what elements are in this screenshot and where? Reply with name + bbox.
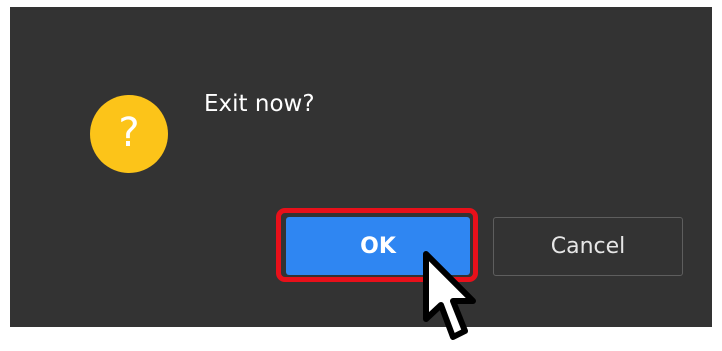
ok-button-label: OK <box>360 233 396 259</box>
dialog-message: Exit now? <box>204 91 315 117</box>
cancel-button-label: Cancel <box>550 234 626 259</box>
question-icon: ? <box>90 95 168 173</box>
cancel-button[interactable]: Cancel <box>493 217 683 276</box>
screenshot-canvas: ? Exit now? OK Cancel <box>0 0 722 351</box>
question-icon-glyph: ? <box>118 110 140 156</box>
mouse-pointer-icon <box>423 251 476 340</box>
